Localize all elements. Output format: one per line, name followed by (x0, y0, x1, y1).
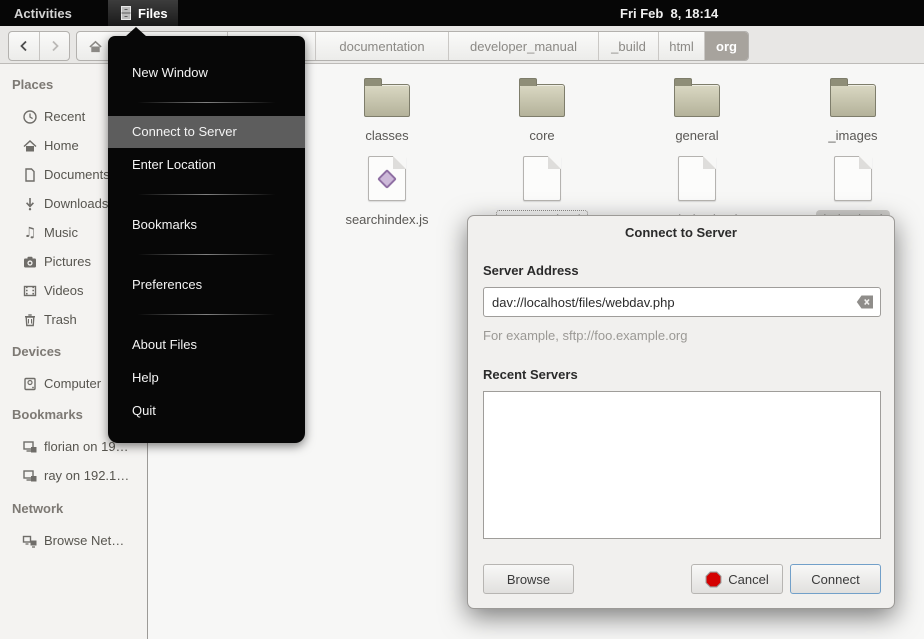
breadcrumb-segment[interactable]: documentation (315, 32, 448, 60)
file-icon (523, 156, 561, 201)
sidebar-item-label: Documents (44, 167, 110, 182)
sidebar-item-label: Trash (44, 312, 77, 327)
sidebar-item-label: Pictures (44, 254, 91, 269)
file-name-label: searchindex.js (338, 210, 435, 230)
connect-button-label: Connect (811, 572, 859, 587)
cancel-button-label: Cancel (728, 572, 768, 587)
menu-item-about-files[interactable]: About Files (108, 328, 305, 361)
sidebar-item-bookmark-ray[interactable]: ray on 192.1… (0, 461, 147, 490)
menu-item-help[interactable]: Help (108, 361, 305, 394)
file-name-label: general (668, 126, 725, 146)
files-app-menu-button[interactable]: Files (108, 0, 178, 26)
sidebar-item-browse-network[interactable]: Browse Net… (0, 526, 147, 555)
breadcrumb-segment-current[interactable]: org (704, 32, 748, 60)
file-icon (834, 156, 872, 201)
stop-icon (705, 571, 722, 588)
server-address-input[interactable] (483, 287, 881, 317)
trash-icon (22, 312, 38, 328)
top-bar: Activities Files Fri Feb 8, 18:14 (0, 0, 924, 26)
sidebar-item-label: Music (44, 225, 78, 240)
menu-item-bookmarks[interactable]: Bookmarks (108, 208, 305, 241)
folder-icon (674, 84, 720, 117)
forward-button[interactable] (39, 32, 69, 60)
menu-separator (108, 314, 305, 315)
connect-button[interactable]: Connect (790, 564, 881, 594)
menu-item-enter-location[interactable]: Enter Location (108, 148, 305, 181)
clock-icon (22, 109, 38, 125)
file-icon (678, 156, 716, 201)
remote-computer-icon (22, 439, 38, 455)
menu-separator (108, 254, 305, 255)
sidebar-item-label: ray on 192.1… (44, 468, 129, 483)
script-emblem-icon (377, 169, 397, 189)
connect-to-server-dialog: Connect to Server Server Address For exa… (467, 215, 895, 609)
sidebar-item-label: Recent (44, 109, 85, 124)
menu-item-connect-to-server[interactable]: Connect to Server (108, 116, 305, 148)
download-icon (22, 196, 38, 212)
file-cabinet-icon (118, 5, 134, 21)
sidebar-item-label: Videos (44, 283, 84, 298)
file-name-label: _images (821, 126, 884, 146)
cancel-button[interactable]: Cancel (691, 564, 783, 594)
folder-general[interactable]: general (642, 76, 752, 146)
breadcrumb-segment[interactable]: html (658, 32, 704, 60)
home-icon (87, 38, 103, 54)
back-button[interactable] (9, 32, 39, 60)
sidebar-section-network: Network (12, 501, 147, 517)
menu-item-preferences[interactable]: Preferences (108, 268, 305, 301)
remote-computer-icon (22, 468, 38, 484)
folder-icon (519, 84, 565, 117)
file-name-label: classes (358, 126, 415, 146)
menu-separator (108, 102, 305, 103)
film-icon (22, 283, 38, 299)
files-app-menu-popup: New Window Connect to Server Enter Locat… (108, 36, 305, 443)
folder-core[interactable]: core (487, 76, 597, 146)
menu-item-quit[interactable]: Quit (108, 394, 305, 427)
folder-images[interactable]: _images (798, 76, 908, 146)
browse-button-label: Browse (507, 572, 550, 587)
app-name-label: Files (138, 6, 168, 21)
recent-servers-list[interactable] (483, 391, 881, 539)
file-searchindex-js[interactable]: searchindex.js (332, 156, 442, 230)
camera-icon (22, 254, 38, 270)
sidebar-item-label: Computer (44, 376, 101, 391)
file-icon (368, 156, 406, 201)
recent-servers-label: Recent Servers (483, 367, 578, 382)
document-icon (22, 167, 38, 183)
music-note-icon: ♫ (22, 225, 38, 241)
menu-separator (108, 194, 305, 195)
server-address-hint: For example, sftp://foo.example.org (483, 328, 687, 343)
folder-classes[interactable]: classes (332, 76, 442, 146)
folder-icon (364, 84, 410, 117)
clock-label[interactable]: Fri Feb 8, 18:14 (620, 0, 718, 26)
dialog-title: Connect to Server (468, 225, 894, 240)
harddisk-icon (22, 376, 38, 392)
server-address-label: Server Address (483, 263, 579, 278)
navigation-buttons (8, 31, 70, 61)
sidebar-item-label: Downloads (44, 196, 108, 211)
sidebar-item-label: Home (44, 138, 79, 153)
breadcrumb-segment[interactable]: developer_manual (448, 32, 598, 60)
activities-button[interactable]: Activities (0, 0, 86, 26)
home-icon (22, 138, 38, 154)
folder-icon (830, 84, 876, 117)
sidebar-item-label: Browse Net… (44, 533, 124, 548)
browse-button[interactable]: Browse (483, 564, 574, 594)
network-icon (22, 533, 38, 549)
clear-input-icon[interactable] (856, 295, 874, 309)
menu-item-new-window[interactable]: New Window (108, 56, 305, 89)
breadcrumb-segment[interactable]: _build (598, 32, 658, 60)
file-name-label: core (522, 126, 561, 146)
